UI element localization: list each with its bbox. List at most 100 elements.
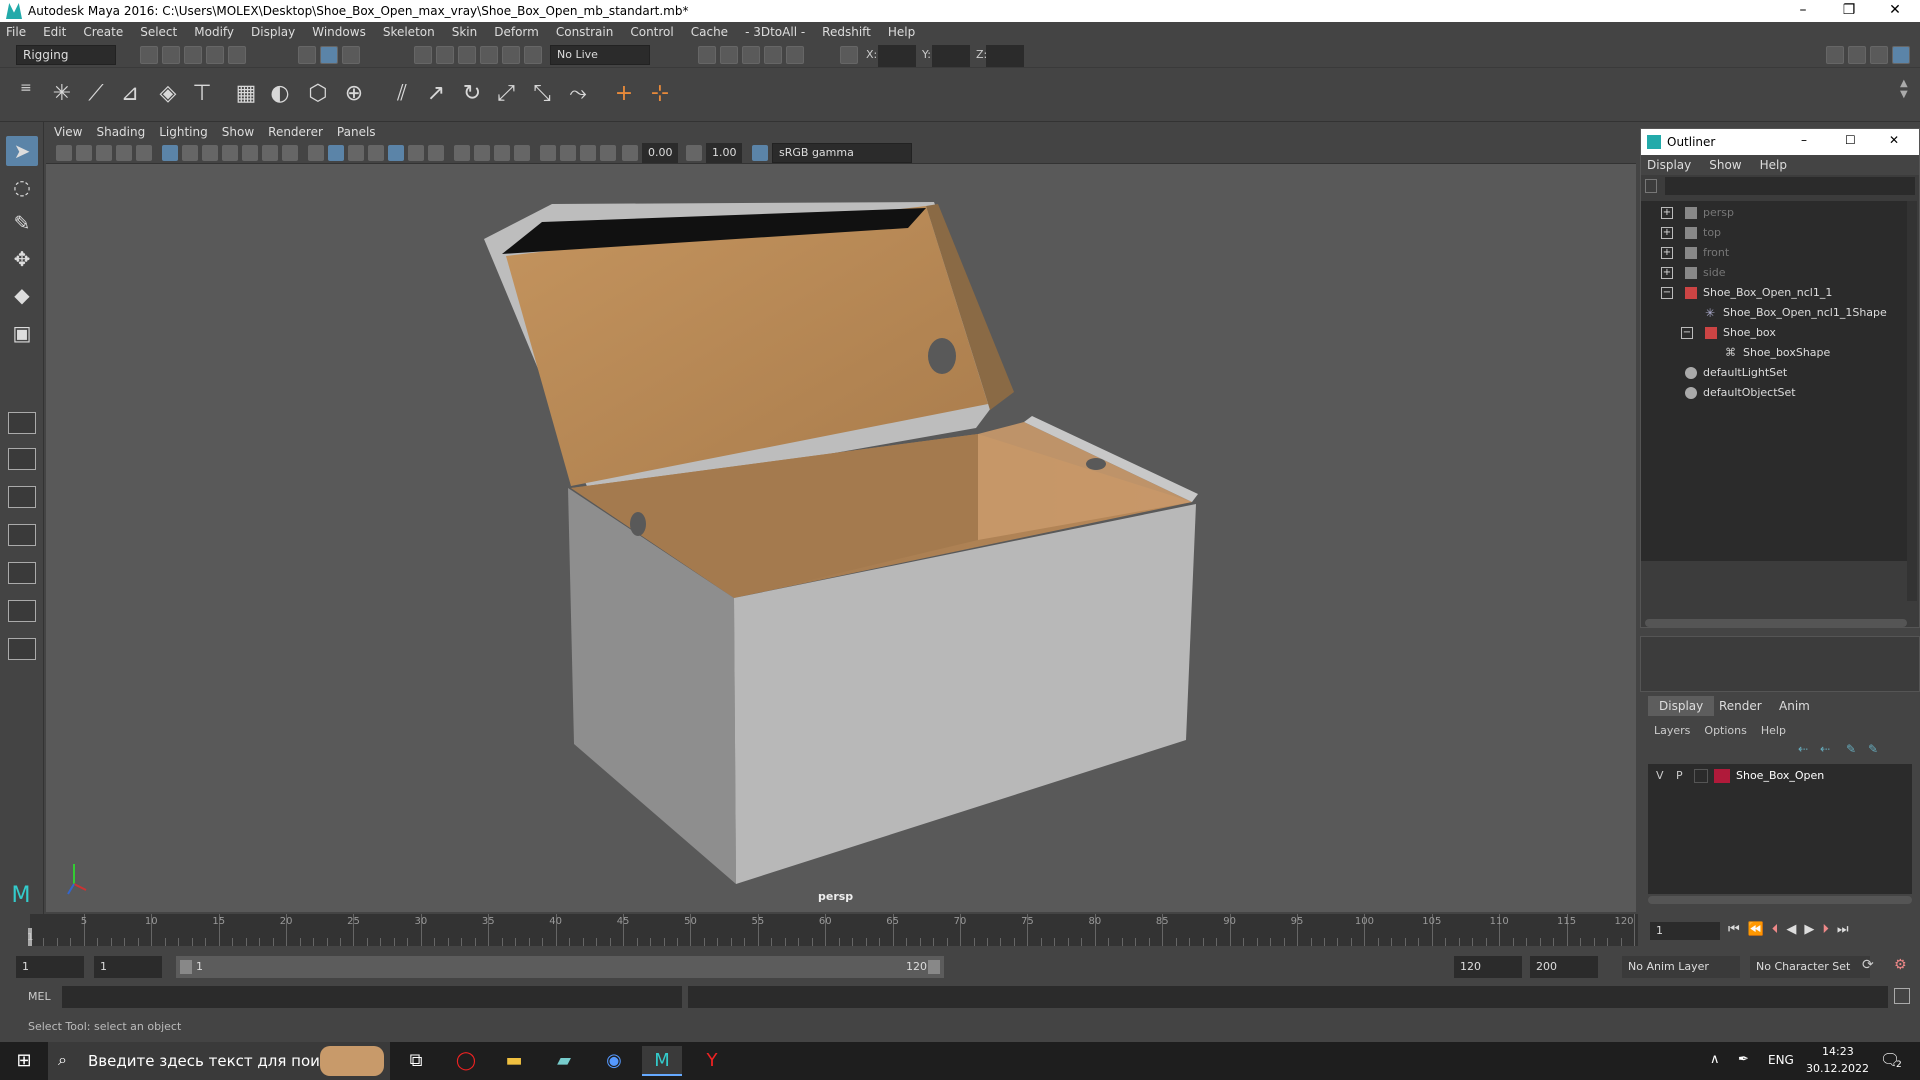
range-end-handle[interactable]	[928, 960, 940, 974]
2d-pan-zoom-icon[interactable]	[136, 145, 152, 161]
maya-taskbar-icon[interactable]: Ⅿ	[642, 1046, 682, 1076]
outliner-item-shoe-box[interactable]: − Shoe_box	[1641, 323, 1911, 343]
aim-constraint-icon[interactable]: ↗	[422, 80, 450, 108]
resolution-gate-icon[interactable]	[202, 145, 218, 161]
minimize-icon[interactable]: –	[1780, 0, 1826, 22]
outliner-menu-show[interactable]: Show	[1709, 158, 1741, 172]
textured-icon[interactable]	[388, 145, 404, 161]
modeling-toolkit-icon[interactable]	[1826, 46, 1844, 64]
select-object-icon[interactable]	[320, 46, 338, 64]
color-management-icon[interactable]	[752, 145, 768, 161]
layer-color-swatch[interactable]	[1714, 769, 1730, 783]
snap-surface-icon[interactable]	[502, 46, 520, 64]
expand-icon[interactable]: +	[1661, 247, 1673, 259]
outliner-item-shoe-box-open-shape[interactable]: ✳ Shoe_Box_Open_ncl1_1Shape	[1641, 303, 1911, 323]
vp-menu-lighting[interactable]: Lighting	[159, 125, 208, 139]
layer-row[interactable]: V P Shoe_Box_Open	[1648, 766, 1912, 786]
menu-display[interactable]: Display	[251, 25, 295, 39]
playback-end-field[interactable]: 120	[1454, 956, 1522, 978]
vp-menu-view[interactable]: View	[54, 125, 82, 139]
z-field[interactable]	[986, 45, 1024, 67]
outliner-hscrollbar[interactable]	[1645, 619, 1907, 627]
use-all-lights-icon[interactable]	[408, 145, 424, 161]
move-tool-icon[interactable]: ✥	[6, 244, 38, 274]
ik-locator-icon[interactable]: ⊹	[646, 80, 674, 108]
layer-tab-display[interactable]: Display	[1648, 696, 1715, 716]
anti-aliasing-icon[interactable]	[494, 145, 510, 161]
mel-label[interactable]: MEL	[28, 990, 51, 1003]
render-frame-icon[interactable]	[720, 46, 738, 64]
playback-start-field[interactable]: 1	[94, 956, 162, 978]
y-field[interactable]	[932, 45, 970, 67]
four-view-layout-icon[interactable]	[8, 448, 36, 470]
menu-deform[interactable]: Deform	[494, 25, 539, 39]
outliner-item-default-light-set[interactable]: defaultLightSet	[1641, 363, 1911, 383]
locator-icon[interactable]: +	[610, 80, 638, 108]
pole-vector-icon[interactable]: ⤳	[564, 80, 592, 108]
vp-menu-show[interactable]: Show	[222, 125, 254, 139]
exposure-field[interactable]: 0.00	[642, 143, 678, 163]
vp-menu-shading[interactable]: Shading	[96, 125, 145, 139]
clock-date[interactable]: 30.12.2022	[1806, 1062, 1869, 1075]
task-view-icon[interactable]: ⧉	[396, 1046, 436, 1076]
outliner-item-default-object-set[interactable]: defaultObjectSet	[1641, 383, 1911, 403]
menu-help[interactable]: Help	[888, 25, 915, 39]
yandex-browser-icon[interactable]: Y	[692, 1046, 732, 1076]
vp-menu-panels[interactable]: Panels	[337, 125, 376, 139]
file-explorer-icon[interactable]: ▬	[494, 1046, 534, 1076]
channel-box-icon[interactable]	[1892, 46, 1910, 64]
paint-select-icon[interactable]: ✎	[6, 208, 38, 238]
time-ruler[interactable]: 5 10 15 20 25 30 35 40 45 50 55 60 65 70 75 80 85 90 95 100…	[30, 914, 1638, 946]
wireframe-on-shaded-icon[interactable]	[368, 145, 384, 161]
hypershade-icon[interactable]	[786, 46, 804, 64]
vp-menu-renderer[interactable]: Renderer	[268, 125, 323, 139]
hypershade-layout-icon[interactable]	[8, 562, 36, 584]
expand-icon[interactable]: +	[1661, 227, 1673, 239]
time-slider[interactable]: 5 10 15 20 25 30 35 40 45 50 55 60 65 70 75 80 85 90 95 100…	[0, 914, 1920, 954]
layer-display-type[interactable]	[1694, 769, 1708, 783]
windows-start-icon[interactable]: ⊞	[4, 1046, 44, 1076]
go-to-end-icon[interactable]: ⏭	[1837, 922, 1857, 937]
layer-visibility-toggle[interactable]: V	[1656, 769, 1664, 782]
tray-overflow-icon[interactable]: ∧	[1710, 1052, 1720, 1067]
transform-mode-icon[interactable]	[840, 46, 858, 64]
camera-attributes-icon[interactable]	[56, 145, 72, 161]
new-empty-layer-icon[interactable]: ✎	[1846, 742, 1856, 756]
lasso-tool-icon[interactable]: ◌	[6, 172, 38, 202]
filter-icon[interactable]	[1645, 179, 1657, 193]
cluster-deformer-icon[interactable]: ◐	[266, 80, 294, 108]
menu-constrain[interactable]: Constrain	[556, 25, 614, 39]
outliner-item-shoe-box-shape[interactable]: ⌘ Shoe_boxShape	[1641, 343, 1911, 363]
close-icon[interactable]: ✕	[1872, 0, 1918, 22]
menu-skin[interactable]: Skin	[452, 25, 478, 39]
mode-selector[interactable]: Rigging	[16, 45, 116, 65]
live-surface-field[interactable]: No Live Surface	[550, 45, 650, 79]
single-perspective-layout-icon[interactable]	[8, 412, 36, 434]
layer-menu-help[interactable]: Help	[1761, 724, 1786, 737]
smooth-shade-icon[interactable]	[328, 145, 344, 161]
shoe-box-model[interactable]	[46, 164, 1636, 912]
x-field[interactable]	[878, 45, 916, 67]
play-forward-icon[interactable]: ▶	[1804, 922, 1822, 937]
outliner-item-persp[interactable]: + persp	[1641, 203, 1911, 223]
view-transform-dropdown[interactable]: sRGB gamma	[772, 143, 912, 163]
layer-tab-render[interactable]: Render	[1708, 696, 1773, 716]
motion-blur-icon[interactable]	[474, 145, 490, 161]
layer-menu-layers[interactable]: Layers	[1654, 724, 1690, 737]
command-input[interactable]	[62, 986, 682, 1008]
auto-key-icon[interactable]: ⟳	[1862, 957, 1874, 973]
outliner-maximize-icon[interactable]: ☐	[1845, 133, 1856, 147]
restore-icon[interactable]: ❐	[1826, 0, 1872, 22]
grid-toggle-icon[interactable]	[162, 145, 178, 161]
go-to-start-icon[interactable]: ⏮	[1728, 922, 1748, 937]
xray-components-icon[interactable]	[600, 145, 616, 161]
move-layer-down-icon[interactable]: ⇠	[1820, 742, 1830, 756]
script-editor-icon[interactable]	[1894, 988, 1910, 1004]
parent-constraint-icon[interactable]: ⤡	[528, 80, 556, 108]
open-scene-icon[interactable]	[162, 46, 180, 64]
current-frame-field[interactable]: 1	[1650, 922, 1720, 940]
orient-constraint-icon[interactable]: ↻	[458, 80, 486, 108]
notepad-icon[interactable]: ▰	[544, 1046, 584, 1076]
outliner-menu-display[interactable]: Display	[1647, 158, 1691, 172]
layer-hscrollbar[interactable]	[1648, 896, 1912, 904]
